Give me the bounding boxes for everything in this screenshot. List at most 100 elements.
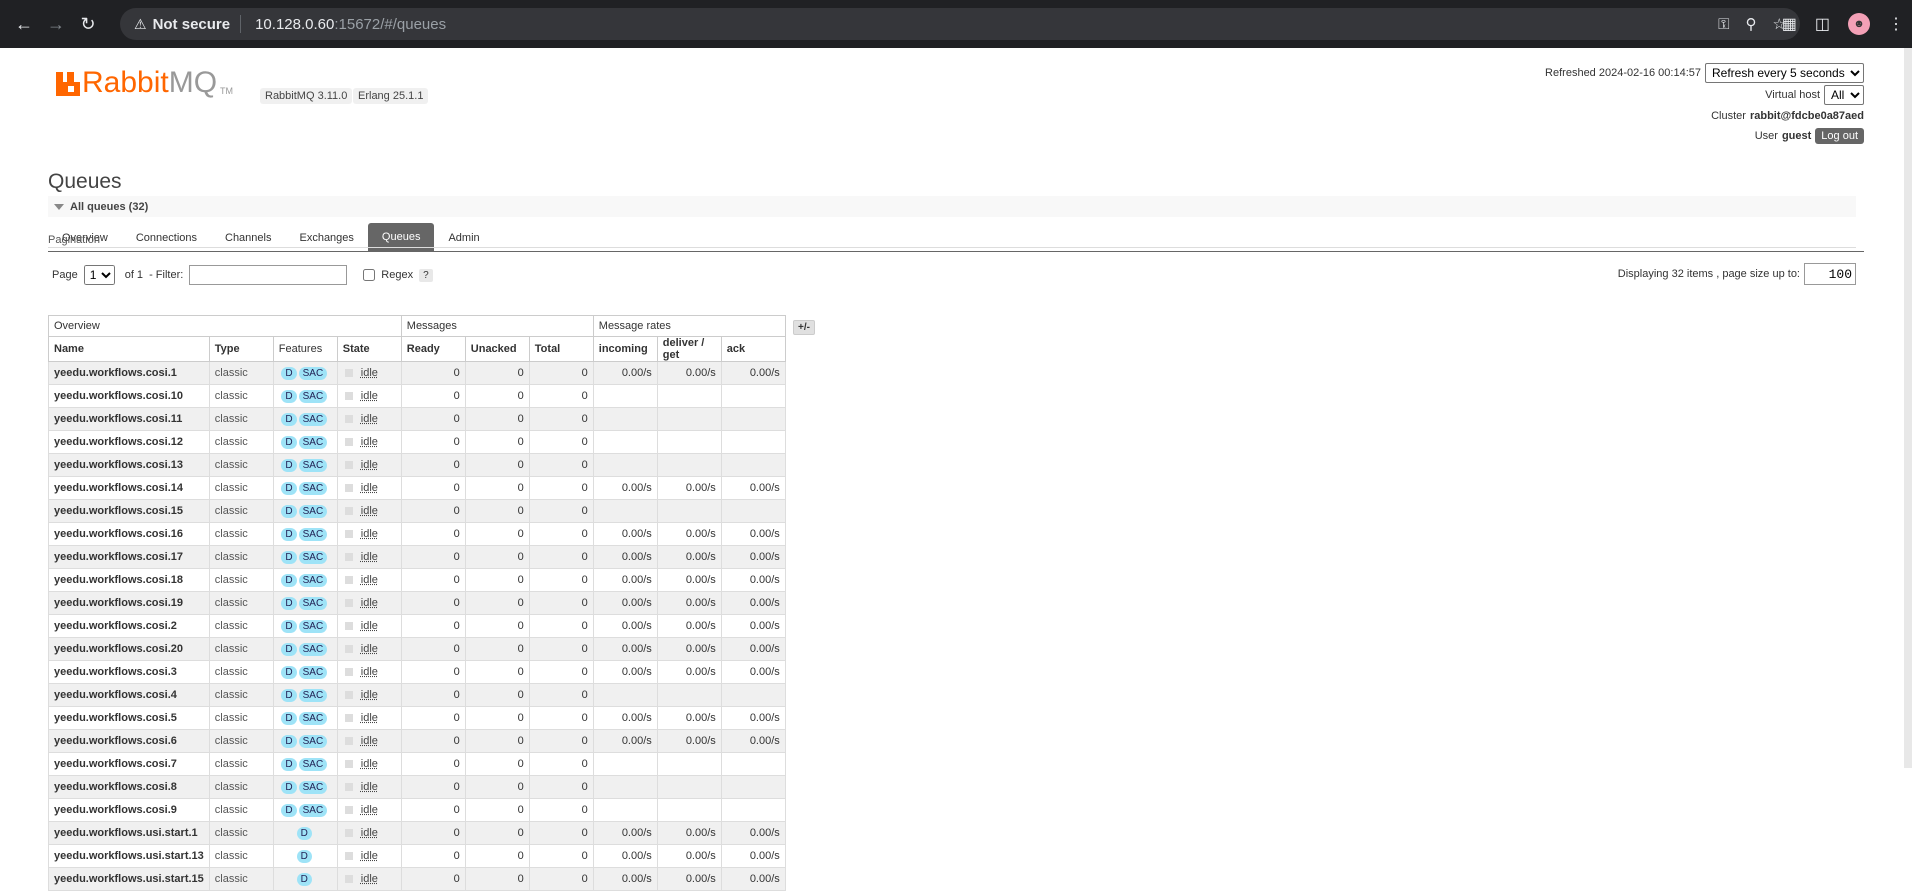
table-row[interactable]: yeedu.workflows.cosi.15 classic D SAC idle 0 0… xyxy=(48,499,786,523)
col-incoming[interactable]: incoming xyxy=(592,336,658,362)
messages-unacked: 0 xyxy=(464,568,530,592)
col-type[interactable]: Type xyxy=(208,336,274,362)
queue-features: D xyxy=(272,867,338,891)
queue-name-link[interactable]: yeedu.workflows.cosi.20 xyxy=(48,637,210,661)
queue-name-link[interactable]: yeedu.workflows.cosi.2 xyxy=(48,614,210,638)
queue-name-link[interactable]: yeedu.workflows.cosi.16 xyxy=(48,522,210,546)
table-row[interactable]: yeedu.workflows.cosi.9 classic D SAC idle 0 0 0 xyxy=(48,798,786,822)
queue-name-link[interactable]: yeedu.workflows.cosi.14 xyxy=(48,476,210,500)
rate-deliver-get: 0.00/s xyxy=(656,361,722,385)
queue-name-link[interactable]: yeedu.workflows.cosi.12 xyxy=(48,430,210,454)
messages-ready: 0 xyxy=(400,614,466,638)
rate-ack xyxy=(720,752,786,776)
queue-name-link[interactable]: yeedu.workflows.usi.start.1 xyxy=(48,821,210,845)
messages-total: 0 xyxy=(528,361,594,385)
kebab-menu-icon[interactable]: ⋮ xyxy=(1888,14,1904,34)
table-row[interactable]: yeedu.workflows.cosi.20 classic D SAC idle 0 0… xyxy=(48,637,786,661)
table-row[interactable]: yeedu.workflows.cosi.18 classic D SAC idle 0 0… xyxy=(48,568,786,592)
table-row[interactable]: yeedu.workflows.usi.start.13 classic Didle… xyxy=(48,844,786,868)
feature-badge: SAC xyxy=(298,458,328,472)
table-row[interactable]: yeedu.workflows.cosi.2 classic D SAC idle 0 0 0… xyxy=(48,614,786,638)
queues-table-body: yeedu.workflows.cosi.1 classic D SAC idle 0 0 0… xyxy=(48,361,786,891)
table-row[interactable]: yeedu.workflows.cosi.11 classic D SAC idle 0 0… xyxy=(48,407,786,431)
queue-features: D SAC xyxy=(272,775,338,799)
col-total[interactable]: Total xyxy=(528,336,594,362)
filter-input[interactable] xyxy=(189,265,348,285)
table-row[interactable]: yeedu.workflows.cosi.5 classic D SAC idle 0 0 0… xyxy=(48,706,786,730)
table-row[interactable]: yeedu.workflows.cosi.19 classic D SAC idle 0 0… xyxy=(48,591,786,615)
page-scrollbar[interactable] xyxy=(1904,48,1912,768)
state-indicator-icon xyxy=(344,645,353,654)
rate-incoming: 0.00/s xyxy=(592,844,658,868)
table-row[interactable]: yeedu.workflows.cosi.7 classic D SAC idle 0 0 0 xyxy=(48,752,786,776)
regex-help-button[interactable]: ? xyxy=(419,268,433,282)
table-row[interactable]: yeedu.workflows.cosi.17 classic D SAC idle 0 0… xyxy=(48,545,786,569)
feature-badge: D xyxy=(281,619,297,633)
queue-name-link[interactable]: yeedu.workflows.cosi.10 xyxy=(48,384,210,408)
queue-name-link[interactable]: yeedu.workflows.cosi.6 xyxy=(48,729,210,753)
rate-incoming: 0.00/s xyxy=(592,361,658,385)
messages-unacked: 0 xyxy=(464,614,530,638)
table-row[interactable]: yeedu.workflows.cosi.16 classic D SAC idle 0 0… xyxy=(48,522,786,546)
queue-name-link[interactable]: yeedu.workflows.usi.start.13 xyxy=(48,844,210,868)
table-row[interactable]: yeedu.workflows.cosi.8 classic D SAC idle 0 0 0 xyxy=(48,775,786,799)
feature-badge: D xyxy=(281,412,297,426)
table-row[interactable]: yeedu.workflows.usi.start.15 classic Didle… xyxy=(48,867,786,891)
queue-state: idle xyxy=(336,706,402,730)
table-row[interactable]: yeedu.workflows.cosi.6 classic D SAC idle 0 0 0… xyxy=(48,729,786,753)
queue-name-link[interactable]: yeedu.workflows.cosi.3 xyxy=(48,660,210,684)
queue-name-link[interactable]: yeedu.workflows.cosi.19 xyxy=(48,591,210,615)
queue-features: D SAC xyxy=(272,798,338,822)
queue-name-link[interactable]: yeedu.workflows.usi.start.15 xyxy=(48,867,210,891)
queue-name-link[interactable]: yeedu.workflows.cosi.4 xyxy=(48,683,210,707)
col-deliver-get[interactable]: deliver / get xyxy=(656,336,722,362)
queue-name-link[interactable]: yeedu.workflows.cosi.13 xyxy=(48,453,210,477)
col-ack[interactable]: ack xyxy=(720,336,786,362)
queue-name-link[interactable]: yeedu.workflows.cosi.1 xyxy=(48,361,210,385)
feature-badge: SAC xyxy=(298,481,328,495)
queue-type: classic xyxy=(208,361,274,385)
regex-label: Regex xyxy=(381,269,414,281)
table-row[interactable]: yeedu.workflows.cosi.12 classic D SAC idle 0 0… xyxy=(48,430,786,454)
col-ready[interactable]: Ready xyxy=(400,336,466,362)
regex-checkbox[interactable] xyxy=(363,269,376,281)
columns-toggle-button[interactable]: +/- xyxy=(793,320,815,335)
table-row[interactable]: yeedu.workflows.cosi.10 classic D SAC idle 0 0… xyxy=(48,384,786,408)
all-queues-toggle[interactable]: All queues (32) xyxy=(48,196,1856,217)
queue-name-link[interactable]: yeedu.workflows.cosi.8 xyxy=(48,775,210,799)
col-features[interactable]: Features xyxy=(272,336,338,362)
queue-name-link[interactable]: yeedu.workflows.cosi.5 xyxy=(48,706,210,730)
col-unacked[interactable]: Unacked xyxy=(464,336,530,362)
queue-name-link[interactable]: yeedu.workflows.cosi.17 xyxy=(48,545,210,569)
queue-state: idle xyxy=(336,637,402,661)
state-label: idle xyxy=(360,735,378,747)
table-row[interactable]: yeedu.workflows.cosi.13 classic D SAC idle 0 0… xyxy=(48,453,786,477)
rate-ack: 0.00/s xyxy=(720,660,786,684)
table-row[interactable]: yeedu.workflows.usi.start.1 classic Didle 0… xyxy=(48,821,786,845)
messages-unacked: 0 xyxy=(464,453,530,477)
state-indicator-icon xyxy=(344,737,353,746)
table-row[interactable]: yeedu.workflows.cosi.3 classic D SAC idle 0 0 0… xyxy=(48,660,786,684)
queue-features: D SAC xyxy=(272,522,338,546)
feature-badge: SAC xyxy=(298,435,328,449)
table-row[interactable]: yeedu.workflows.cosi.4 classic D SAC idle 0 0 0 xyxy=(48,683,786,707)
page-select[interactable]: 1 xyxy=(83,265,115,285)
col-state[interactable]: State xyxy=(336,336,402,362)
feature-badge: D xyxy=(281,665,297,679)
back-arrow-icon[interactable]: ← xyxy=(8,8,40,40)
queue-name-link[interactable]: yeedu.workflows.cosi.18 xyxy=(48,568,210,592)
queue-name-link[interactable]: yeedu.workflows.cosi.7 xyxy=(48,752,210,776)
queue-name-link[interactable]: yeedu.workflows.cosi.9 xyxy=(48,798,210,822)
rate-deliver-get: 0.00/s xyxy=(656,706,722,730)
page-size-input[interactable] xyxy=(1804,263,1856,285)
main-area: Queues All queues (32) Pagination Page 1… xyxy=(48,0,1856,891)
queue-name-link[interactable]: yeedu.workflows.cosi.15 xyxy=(48,499,210,523)
queue-name-link[interactable]: yeedu.workflows.cosi.11 xyxy=(48,407,210,431)
state-indicator-icon xyxy=(344,829,353,838)
col-name[interactable]: Name xyxy=(48,336,210,362)
state-indicator-icon xyxy=(344,714,353,723)
table-row[interactable]: yeedu.workflows.cosi.1 classic D SAC idle 0 0 0… xyxy=(48,361,786,385)
feature-badge: SAC xyxy=(298,596,328,610)
table-row[interactable]: yeedu.workflows.cosi.14 classic D SAC idle 0 0… xyxy=(48,476,786,500)
rate-ack: 0.00/s xyxy=(720,614,786,638)
